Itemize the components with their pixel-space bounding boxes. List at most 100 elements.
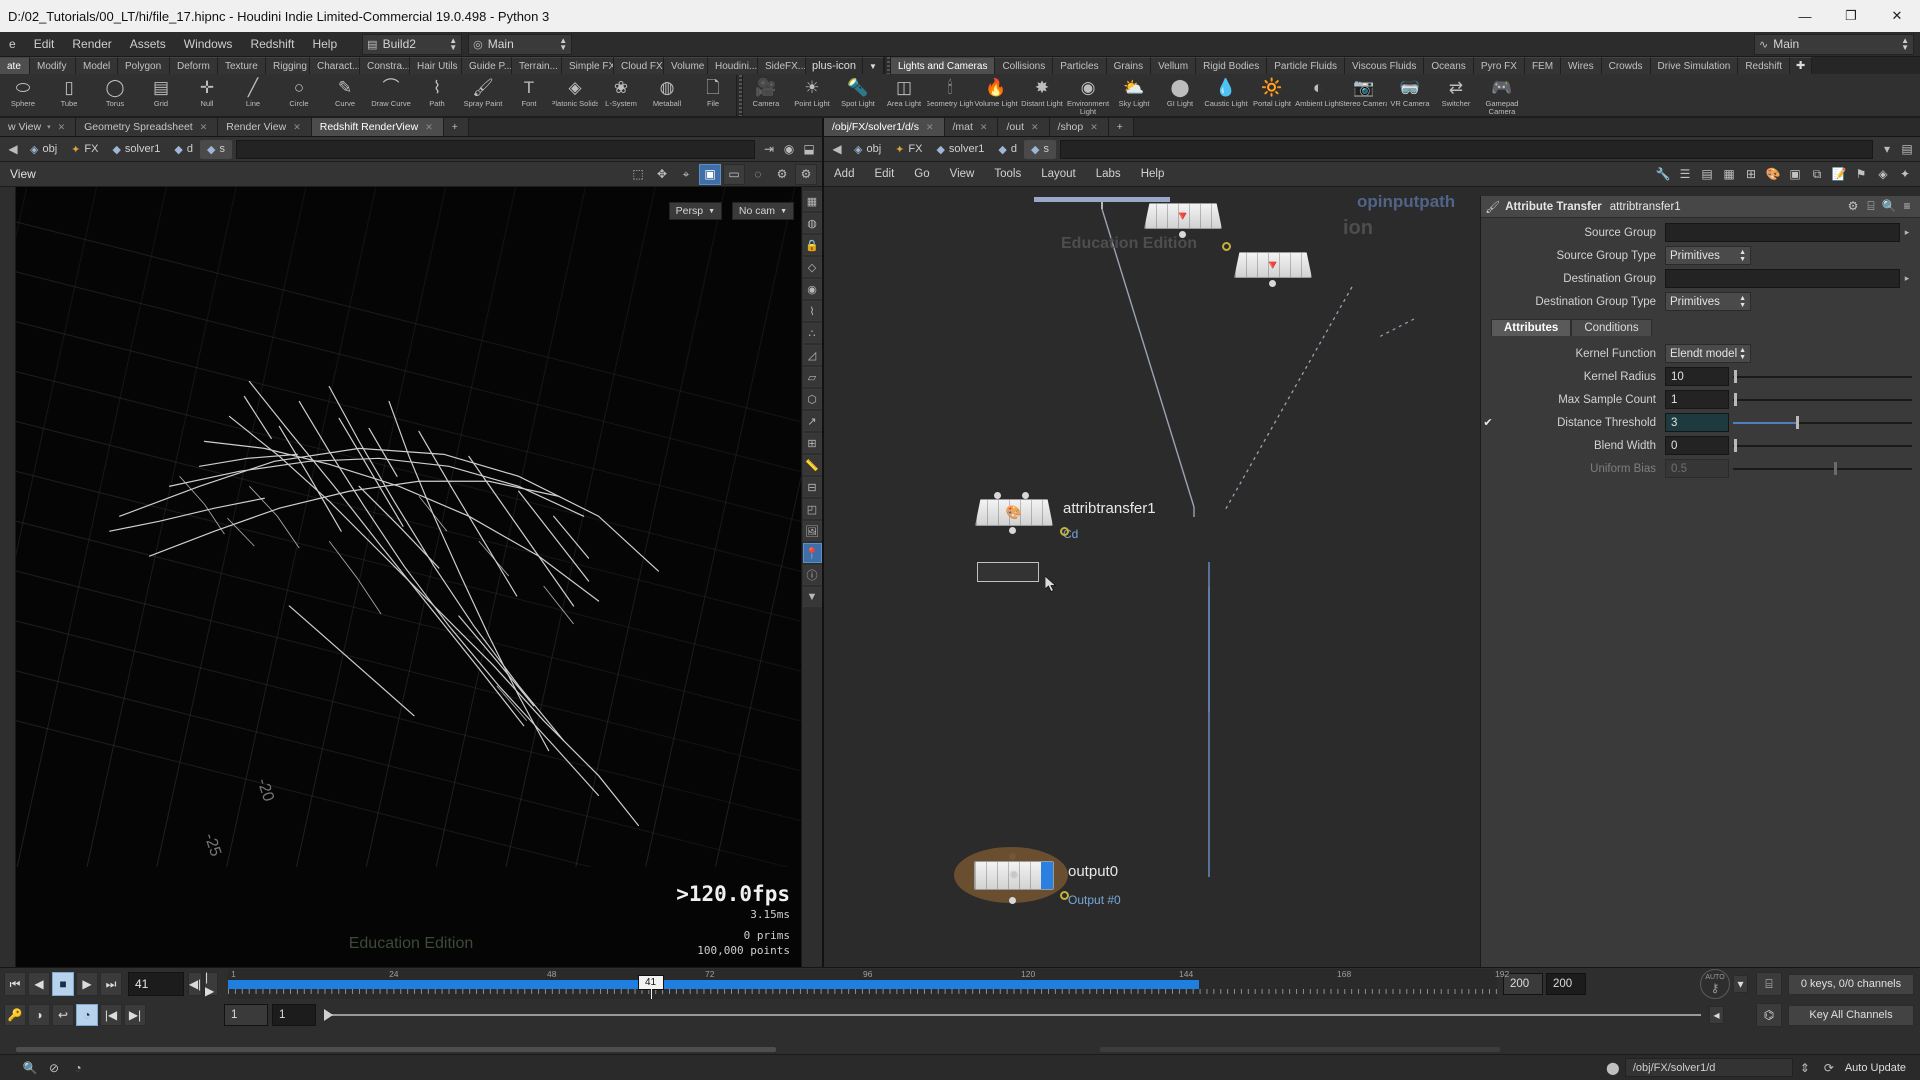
stop-icon[interactable]: ■ <box>52 972 74 996</box>
gear-icon[interactable]: ⚙ <box>1844 199 1862 214</box>
close-icon[interactable]: ✕ <box>425 118 433 137</box>
parameter-slider[interactable] <box>1733 413 1914 432</box>
maximize-button[interactable]: ❐ <box>1828 0 1874 32</box>
slider-knob[interactable] <box>1834 462 1837 475</box>
close-icon[interactable]: ✕ <box>58 118 66 137</box>
viewport-scene-icon[interactable]: ◰ <box>803 499 822 519</box>
shelf-tab-guide-p-[interactable]: Guide P... <box>462 57 512 74</box>
shelf-tool-switcher[interactable]: ⇄Switcher <box>1433 75 1479 116</box>
close-icon[interactable]: ✕ <box>200 118 208 137</box>
shelf-tool-gi-light[interactable]: ⬤GI Light <box>1157 75 1203 116</box>
spinner-icon[interactable]: ▲▼ <box>1901 37 1909 51</box>
frame-nudge-right[interactable]: |▶ <box>204 972 218 996</box>
parameter-checkbox[interactable]: ✔ <box>1481 416 1495 429</box>
breadcrumb-obj[interactable]: ◈obj <box>847 140 888 159</box>
current-frame-field[interactable]: 41 <box>128 972 184 996</box>
shelf-tool-file[interactable]: 🗋File <box>690 75 736 116</box>
viewport-handle-icon[interactable]: ✥ <box>651 164 673 185</box>
spinner-icon[interactable]: ▲▼ <box>559 37 567 51</box>
viewport-prim-icon[interactable]: ▱ <box>803 367 822 387</box>
shelf-tools-grip[interactable] <box>736 75 743 116</box>
shelf-tool-line[interactable]: ╱Line <box>230 75 276 116</box>
timeline-playhead[interactable]: 41 <box>638 975 664 990</box>
refresh-icon[interactable]: ⟳ <box>1817 1061 1841 1075</box>
breadcrumb-obj[interactable]: ◈obj <box>23 140 64 159</box>
viewport-more-icon[interactable]: ▼ <box>803 587 822 607</box>
key-all-channels-button[interactable]: Key All Channels <box>1788 1005 1914 1026</box>
network-tab--shop[interactable]: /shop✕ <box>1050 118 1109 136</box>
shelf-tab-collisions[interactable]: Collisions <box>995 57 1053 74</box>
network-selection-box[interactable] <box>977 562 1039 582</box>
status-search-icon[interactable]: 🔍 <box>18 1061 42 1075</box>
search-icon[interactable]: 🔍 <box>1880 199 1898 214</box>
status-clock-icon[interactable]: ◔ <box>66 1061 90 1075</box>
object-merge-node-2[interactable]: 🔻 <box>1234 252 1312 278</box>
shelf-tool-path[interactable]: ⌇Path <box>414 75 460 116</box>
shelf-tab-crowds[interactable]: Crowds <box>1602 57 1651 74</box>
back-arrow-icon[interactable]: ◀ <box>827 140 847 159</box>
parameter-combo[interactable]: Primitives▲▼ <box>1665 246 1751 265</box>
spinner-icon[interactable]: ▲▼ <box>1739 347 1746 361</box>
spline-icon[interactable]: ◑ <box>28 1004 50 1026</box>
shelf-tab-deform[interactable]: Deform <box>170 57 218 74</box>
menu-assets[interactable]: Assets <box>121 32 175 57</box>
horizontal-scrollbar-2[interactable] <box>1100 1047 1500 1052</box>
viewport-pin-icon[interactable]: 📍 <box>803 543 822 563</box>
node-output-dot[interactable] <box>1269 280 1276 287</box>
shelf-tool-portal-light[interactable]: 🔆Portal Light <box>1249 75 1295 116</box>
shelf-tool-circle[interactable]: ○Circle <box>276 75 322 116</box>
list-icon[interactable]: ☰ <box>1674 164 1696 185</box>
shelf-tool-stereo-camera[interactable]: 📷Stereo Camera <box>1341 75 1387 116</box>
viewport-ruler-icon[interactable]: ⊟ <box>803 477 822 497</box>
spinner-icon[interactable]: ▲▼ <box>449 37 457 51</box>
shelf-tab-modify[interactable]: Modify <box>30 57 76 74</box>
node-output-dot[interactable] <box>1009 897 1016 904</box>
shelf-tool-platonic-solids[interactable]: ◈Platonic Solids <box>552 75 598 116</box>
viewport-3d[interactable]: -20 -25 ▦ ◍ 🔒 ◇ ◉ ⌇ ∴ ◿ ▱ ⬡ ↗ ⊞ <box>0 187 822 967</box>
shelf-tool-ambient-light[interactable]: ◐Ambient Light <box>1295 75 1341 116</box>
viewport-light-icon[interactable]: ◌ <box>747 164 769 185</box>
menu-icon[interactable]: ≡ <box>1898 199 1916 214</box>
shelf-tab-hair-utils[interactable]: Hair Utils <box>410 57 462 74</box>
left-pane-path-field[interactable] <box>236 140 755 159</box>
clock-icon[interactable]: ◔ <box>76 1004 98 1026</box>
shelf-tab-houdini-[interactable]: Houdini... <box>708 57 758 74</box>
play-icon[interactable]: ▶ <box>76 972 98 996</box>
range-lock-icon[interactable]: ◂ <box>1709 1006 1724 1024</box>
skip-start-icon[interactable]: ⏮ <box>4 972 26 996</box>
horizontal-scrollbar[interactable] <box>16 1047 776 1052</box>
shelf-add-icon[interactable]: plus-icon <box>806 57 863 74</box>
viewport-globe-icon[interactable]: ◉ <box>803 279 822 299</box>
box-icon[interactable]: ▣ <box>1784 164 1806 185</box>
viewport-uv-icon[interactable]: ⊞ <box>803 433 822 453</box>
shelf-tab-rigging[interactable]: Rigging <box>266 57 310 74</box>
node-output-dot[interactable] <box>1009 527 1016 534</box>
shelf-tab-constra-[interactable]: Constra... <box>360 57 410 74</box>
desktop-selector[interactable]: ▤ Build2 ▲▼ <box>362 34 462 55</box>
node-display-flag[interactable] <box>1060 527 1069 536</box>
shelf-tab-charact-[interactable]: Charact... <box>310 57 360 74</box>
shelf-tool-gamepad-camera[interactable]: 🎮Gamepad Camera <box>1479 75 1525 116</box>
range-slider[interactable] <box>324 1004 1701 1026</box>
node-output-dot[interactable] <box>1179 231 1186 238</box>
shelf-tool-spot-light[interactable]: 🔦Spot Light <box>835 75 881 116</box>
network-menu-edit[interactable]: Edit <box>864 162 904 187</box>
shelf-tool-caustic-light[interactable]: 💧Caustic Light <box>1203 75 1249 116</box>
close-icon[interactable]: ✕ <box>293 118 301 137</box>
frame-nudge-left[interactable]: ◀| <box>188 972 202 996</box>
shelf-tool-metaball[interactable]: ◍Metaball <box>644 75 690 116</box>
shelf-tab-texture[interactable]: Texture <box>218 57 266 74</box>
star-icon[interactable]: ✦ <box>1894 164 1916 185</box>
chevron-down-icon[interactable]: ▾ <box>47 118 51 137</box>
breadcrumb-solver1[interactable]: ◆solver1 <box>929 140 991 159</box>
network-tab--out[interactable]: /out✕ <box>998 118 1049 136</box>
network-menu-layout[interactable]: Layout <box>1031 162 1086 187</box>
menu-windows[interactable]: Windows <box>175 32 242 57</box>
shelf-tool-font[interactable]: TFont <box>506 75 552 116</box>
parameter-field-menu-icon[interactable]: ▸ <box>1900 223 1914 242</box>
shelf-tool-grid[interactable]: ▤Grid <box>138 75 184 116</box>
viewport-select-icon[interactable]: ⬚ <box>627 164 649 185</box>
shelf-tab-sidefx-[interactable]: SideFX... <box>758 57 806 74</box>
shelf-tool-point-light[interactable]: ☀Point Light <box>789 75 835 116</box>
shelf-tab-pyro-fx[interactable]: Pyro FX <box>1474 57 1525 74</box>
